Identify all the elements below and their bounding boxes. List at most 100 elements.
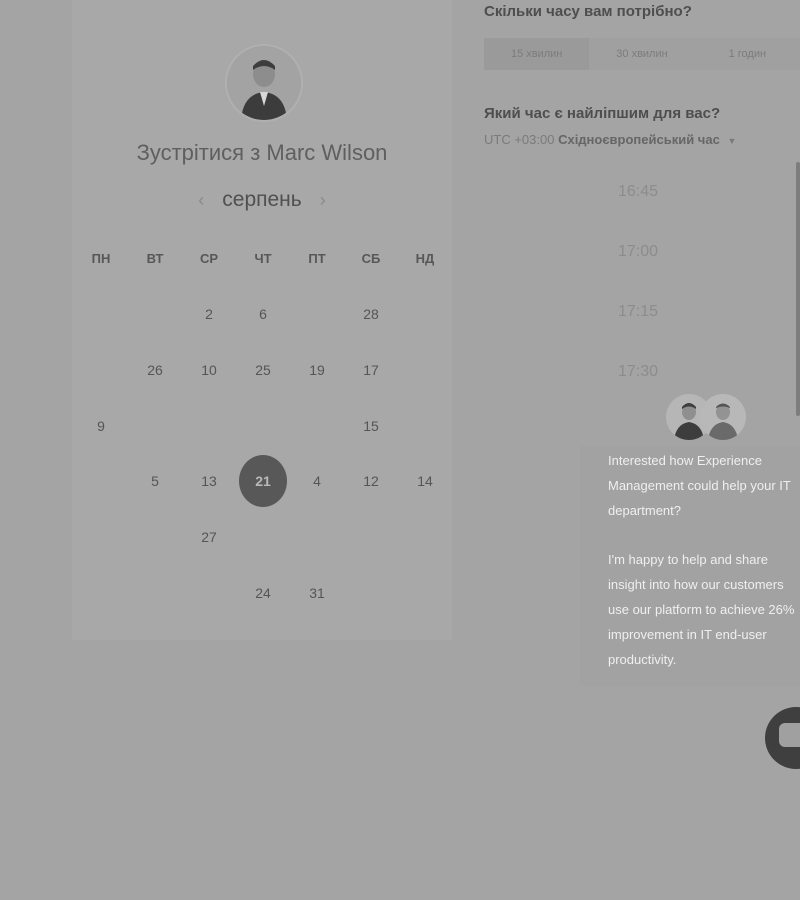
host-avatar	[227, 46, 301, 120]
weekday-label: СБ	[361, 251, 381, 266]
title-prefix: Зустрітися з	[136, 140, 261, 165]
calendar-day[interactable]: 4	[290, 453, 344, 509]
calendar-day-number: 12	[363, 473, 379, 489]
calendar-day	[74, 453, 128, 509]
calendar-day	[74, 342, 128, 398]
calendar-day[interactable]: 2	[182, 286, 236, 342]
calendar-day-number: 27	[201, 529, 217, 545]
calendar-week-row: 24 31	[74, 565, 452, 621]
agent-avatar	[700, 394, 746, 440]
calendar-day-number: 31	[309, 585, 325, 601]
calendar-day	[344, 565, 398, 621]
meeting-title: Зустрітися з Marc Wilson	[72, 140, 452, 166]
weekday-label: ЧТ	[254, 251, 272, 266]
calendar-day[interactable]: 14	[398, 453, 452, 509]
calendar-day-number: 10	[201, 362, 217, 378]
calendar-day[interactable]: 17	[344, 342, 398, 398]
time-slot[interactable]: 17:30	[484, 342, 792, 402]
calendar-day-number: 14	[417, 473, 433, 489]
calendar-day	[290, 286, 344, 342]
time-slot[interactable]: 16:45	[484, 162, 792, 222]
time-slot[interactable]: 17:15	[484, 282, 792, 342]
chat-messages: Interested how Experience Management cou…	[608, 448, 800, 696]
weekday-label: ПН	[91, 251, 111, 266]
calendar-day	[398, 342, 452, 398]
calendar-day-number: 6	[259, 306, 267, 322]
next-month-icon[interactable]: ›	[320, 190, 326, 211]
calendar-day	[128, 398, 182, 454]
duration-question: Скільки часу вам потрібно?	[484, 3, 692, 20]
caret-down-icon: ▼	[727, 136, 737, 146]
calendar-day[interactable]: 26	[128, 342, 182, 398]
weekday-header: ПН ВТ СР ЧТ ПТ СБ НД	[74, 251, 452, 266]
chat-launcher-button[interactable]	[765, 707, 800, 769]
time-slot-scrollbar[interactable]	[796, 162, 800, 416]
host-name: Marc Wilson	[266, 140, 388, 165]
calendar-day	[290, 398, 344, 454]
calendar-week-row: 5 13 21 4 12 14	[74, 453, 452, 509]
timezone-offset: UTC +03:00	[484, 132, 555, 147]
month-navigation: ‹ серпень ›	[72, 188, 452, 212]
calendar-day	[74, 509, 128, 565]
calendar-day-number: 4	[313, 473, 321, 489]
calendar-day-number: 28	[363, 306, 379, 322]
calendar-day-number: 26	[147, 362, 163, 378]
calendar-day-number: 25	[255, 362, 271, 378]
calendar-day[interactable]: 5	[128, 453, 182, 509]
time-slot[interactable]: 17:00	[484, 222, 792, 282]
chat-message: I'm happy to help and share insight into…	[608, 552, 795, 667]
calendar-day[interactable]: 12	[344, 453, 398, 509]
duration-option-60[interactable]: 1 годин	[695, 48, 800, 60]
weekday-label: ВТ	[146, 251, 164, 266]
timezone-selector[interactable]: UTC +03:00 Східноєвропейський час ▼	[484, 132, 736, 147]
calendar-day	[128, 509, 182, 565]
calendar-day-selected[interactable]: 21	[236, 453, 290, 509]
calendar-day-number: 15	[363, 418, 379, 434]
calendar-day	[236, 509, 290, 565]
calendar-day[interactable]: 6	[236, 286, 290, 342]
calendar-day	[290, 509, 344, 565]
calendar-day	[182, 565, 236, 621]
duration-option-30[interactable]: 30 хвилин	[589, 48, 694, 60]
calendar-day	[398, 509, 452, 565]
calendar-day	[74, 286, 128, 342]
weekday-label: НД	[415, 251, 435, 266]
duration-option-15[interactable]: 15 хвилин	[484, 38, 590, 70]
calendar-day	[398, 565, 452, 621]
calendar-week-row: 9 15	[74, 398, 452, 454]
calendar-day-number: 2	[205, 306, 213, 322]
calendar-day-number: 17	[363, 362, 379, 378]
calendar-day	[128, 565, 182, 621]
calendar-day	[236, 398, 290, 454]
calendar-day[interactable]: 28	[344, 286, 398, 342]
calendar-day[interactable]: 10	[182, 342, 236, 398]
calendar-day-number: 24	[255, 585, 271, 601]
calendar-week-row: 2 6 28	[74, 286, 452, 342]
calendar-day	[74, 565, 128, 621]
calendar-day[interactable]: 9	[74, 398, 128, 454]
duration-selector: 15 хвилин 30 хвилин 1 годин	[484, 38, 800, 70]
time-slot-list: 16:45 17:00 17:15 17:30	[484, 162, 792, 402]
calendar-day-number: 19	[309, 362, 325, 378]
page: Зустрітися з Marc Wilson ‹ серпень › ПН …	[0, 0, 800, 900]
calendar-day[interactable]: 25	[236, 342, 290, 398]
calendar-day[interactable]: 15	[344, 398, 398, 454]
calendar-day-number: 13	[201, 473, 217, 489]
month-label: серпень	[222, 188, 302, 211]
calendar-week-row: 26 10 25 19 17	[74, 342, 452, 398]
chat-icon	[779, 723, 800, 747]
weekday-label: ПТ	[308, 251, 326, 266]
calendar-day	[398, 398, 452, 454]
calendar-day[interactable]: 13	[182, 453, 236, 509]
chat-message: Interested how Experience Management cou…	[608, 453, 791, 518]
chat-agent-avatars	[666, 394, 748, 442]
prev-month-icon[interactable]: ‹	[198, 190, 204, 211]
calendar-day-number: 9	[97, 418, 105, 434]
calendar-day[interactable]: 31	[290, 565, 344, 621]
calendar-day[interactable]: 27	[182, 509, 236, 565]
calendar-day[interactable]: 24	[236, 565, 290, 621]
calendar-week-row: 27	[74, 509, 452, 565]
time-question: Який час є найліпшим для вас?	[484, 105, 721, 122]
calendar-day	[182, 398, 236, 454]
calendar-day[interactable]: 19	[290, 342, 344, 398]
